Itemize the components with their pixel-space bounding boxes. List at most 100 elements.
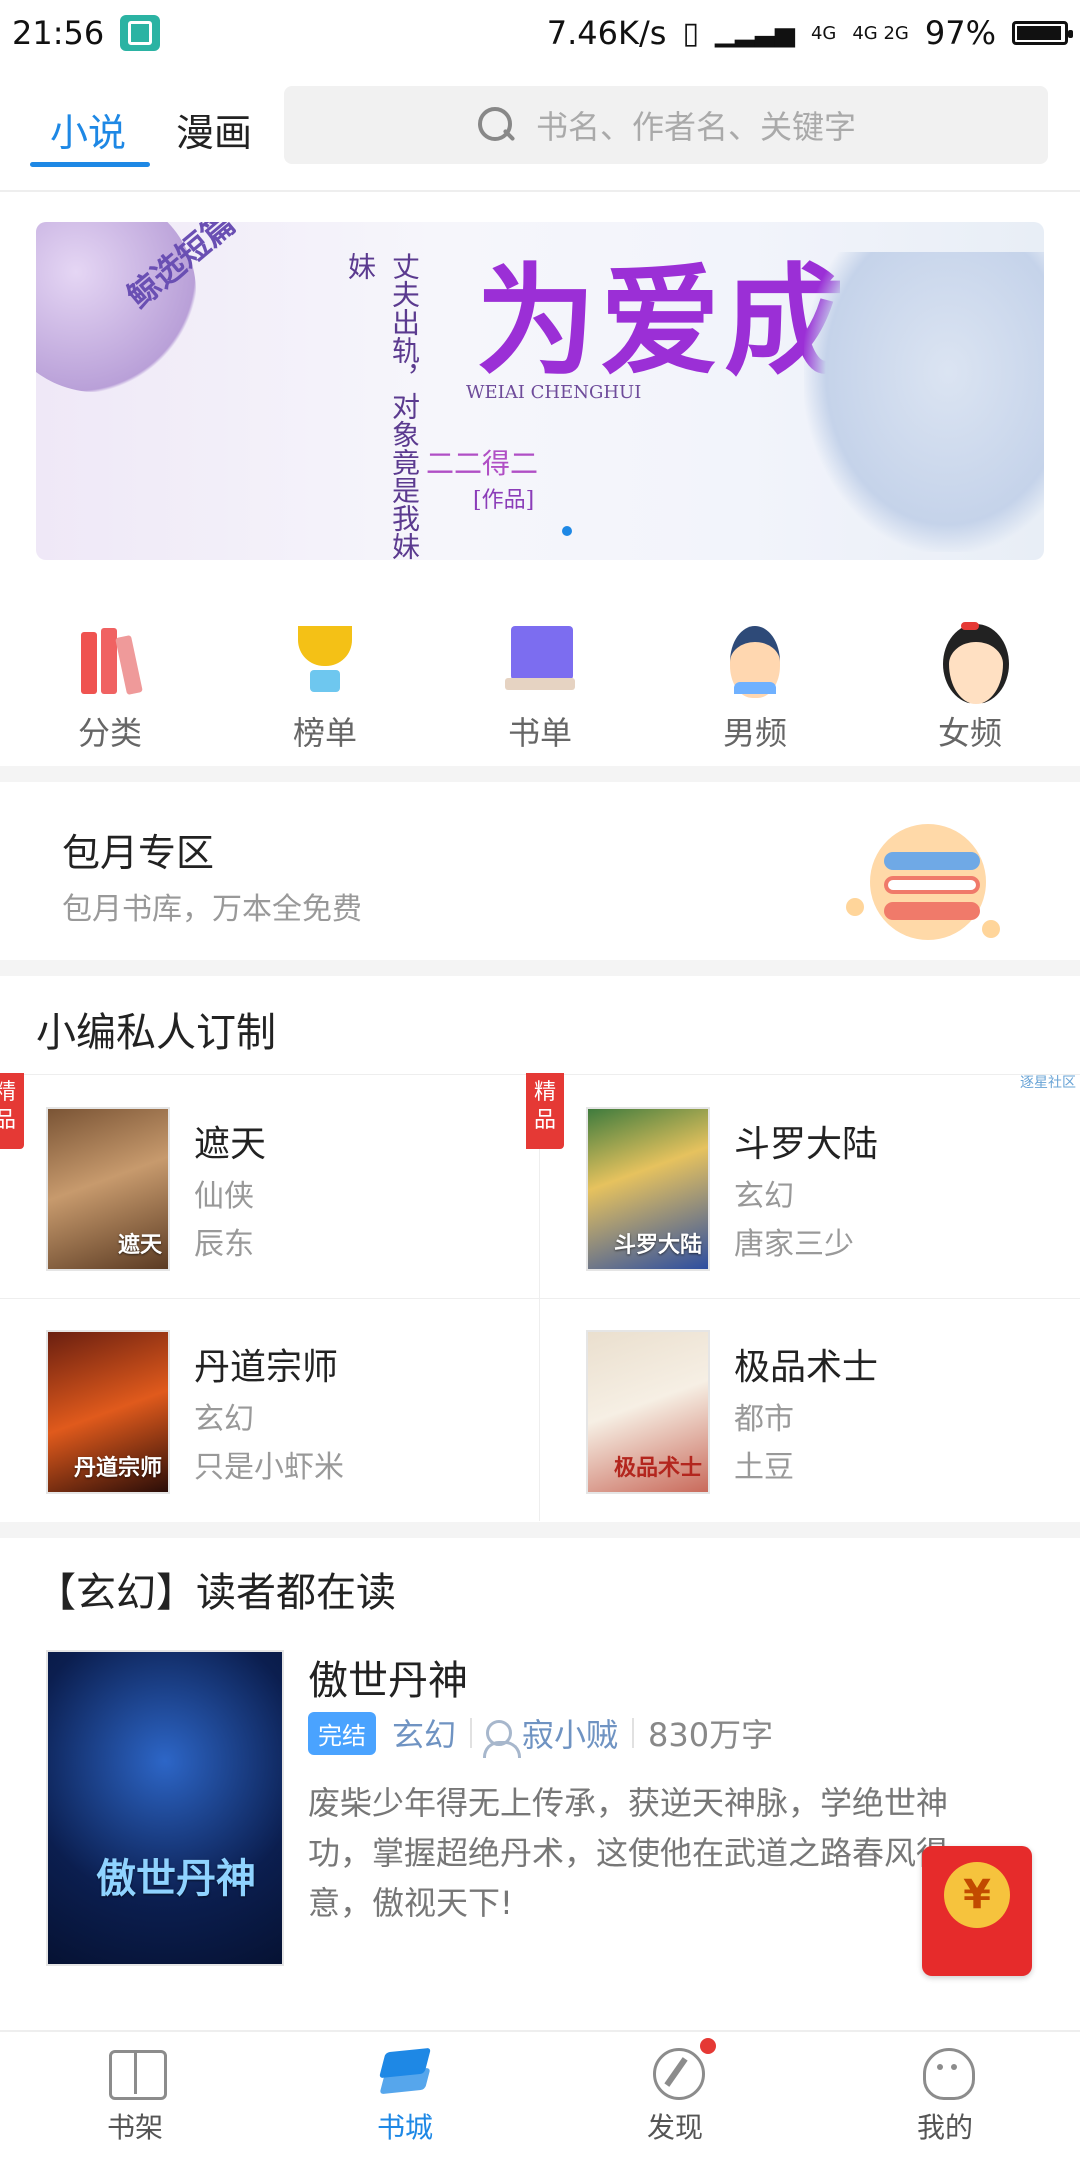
book-cover: 极品术士 [586,1330,710,1494]
status-bar: 21:56 7.46K/s ▯ ▁▂▃▅ 4G 4G 2G 97% [0,0,1080,66]
search-bar[interactable]: 书名、作者名、关键字 [284,86,1048,164]
user-icon [483,1720,522,1758]
book-title: 遮天 [194,1124,267,1165]
book-cover: 遮天 [46,1107,170,1271]
search-placeholder: 书名、作者名、关键字 [535,108,856,146]
nav-label: 书架 [106,2111,163,2144]
banner-page-dot [562,526,572,536]
book-cover: 傲世丹神 [46,1650,284,1966]
nav-bookshelf[interactable]: 书架 [0,2032,270,2160]
book-genre: 都市 [734,1402,794,1437]
network-label-2: 4G 2G [852,22,909,44]
curated-grid: 遮天 精品 遮天 仙侠 辰东 斗罗大陆 精品 斗罗大陆 玄幻 唐家三少 丹道宗师… [0,1073,1080,1521]
featured-title: 【玄幻】读者都在读 [36,1570,396,1616]
book-genre: 仙侠 [194,1179,254,1214]
book-title: 丹道宗师 [194,1347,339,1388]
promo-banner[interactable]: 鲸选短篇 丈夫出轨，对象竟是我妹妹 为爱成灰 WEIAI CHENGHUI 二二… [36,222,1044,560]
tab-indicator [30,162,150,167]
category-label: 女频 [937,714,1002,752]
meta-separator [632,1718,635,1748]
premium-badge: 精品 [0,1073,24,1149]
tab-novel[interactable]: 小说 [50,102,126,157]
book-genre: 玄幻 [194,1402,254,1437]
banner-pinyin: WEIAI CHENGHUI [466,382,642,403]
nav-label: 书城 [376,2111,433,2144]
banner-illustration [804,252,1044,552]
category-row: 分类 榜单 书单 男频 女频 [0,620,1080,754]
cover-title: 极品术士 [613,1455,702,1481]
word-count: 830万字 [648,1716,774,1754]
girl-icon [935,620,1009,704]
books-stack-icon [846,824,1006,940]
featured-book[interactable]: 傲世丹神 傲世丹神 完结 玄幻 寂小贼 830万字 废柴少年得无上传承，获逆天神… [0,1630,1080,1966]
cover-title: 斗罗大陆 [613,1232,702,1258]
category-booklist[interactable]: 书单 [470,620,610,754]
banner-subtitle: 丈夫出轨，对象竟是我妹妹 [344,252,421,560]
category-label: 分类 [77,714,142,752]
nav-label: 我的 [916,2111,973,2144]
search-icon [476,105,516,145]
book-item[interactable]: 遮天 精品 遮天 仙侠 辰东 [0,1073,540,1298]
category-label: 榜单 [292,714,357,752]
banner-author: 二二得二 [426,447,539,480]
bottom-nav: 书架 书城 发现 我的 [0,2030,1080,2160]
book-genre: 玄幻 [392,1716,457,1754]
red-packet-button[interactable]: ¥ [922,1846,1032,1976]
book-item[interactable]: 极品术士 极品术士 都市 土豆 [540,1298,1080,1521]
book-title: 极品术士 [734,1347,879,1388]
category-label: 男频 [722,714,787,752]
book-author: 只是小虾米 [194,1450,344,1485]
book-author: 唐家三少 [734,1227,854,1262]
profile-icon [917,2046,975,2100]
trophy-icon [290,620,360,694]
nav-discover[interactable]: 发现 [540,2032,810,2160]
book-genre: 玄幻 [734,1179,794,1214]
book-item[interactable]: 斗罗大陆 精品 斗罗大陆 玄幻 唐家三少 [526,1073,1080,1298]
book-cover: 丹道宗师 [46,1330,170,1494]
book-description: 废柴少年得无上传承，获逆天神脉，学绝世神功，掌握超绝丹术，这使他在武道之路春风得… [308,1784,949,1922]
booklist-icon [505,620,575,694]
book-author: 辰东 [194,1227,254,1262]
scan-icon [120,15,161,51]
book-meta: 完结 玄幻 寂小贼 830万字 [308,1710,774,1758]
curated-title: 小编私人订制 [36,1010,276,1056]
network-label-1: 4G [810,22,837,44]
status-right: 7.46K/s ▯ ▁▂▃▅ 4G 4G 2G 97% [546,14,1073,52]
nav-mine[interactable]: 我的 [810,2032,1080,2160]
status-time: 21:56 [12,14,105,52]
nav-label: 发现 [646,2111,703,2144]
layers-icon [377,2046,433,2098]
monthly-title: 包月专区 [62,831,215,875]
category-classify[interactable]: 分类 [40,620,180,754]
section-divider [0,1522,1080,1538]
category-label: 书单 [507,714,572,752]
network-speed: 7.46K/s [546,14,667,52]
premium-badge: 精品 [526,1073,564,1149]
book-cover: 斗罗大陆 [586,1107,710,1271]
top-header: 小说 漫画 书名、作者名、关键字 [0,72,1080,192]
book-icon [107,2046,167,2100]
monthly-section[interactable]: 包月专区 包月书库，万本全免费 [0,784,1080,958]
books-icon [75,620,145,696]
cover-title: 丹道宗师 [73,1455,162,1481]
book-title: 斗罗大陆 [734,1124,879,1165]
book-title: 傲世丹神 [308,1658,468,1704]
monthly-desc: 包月书库，万本全免费 [62,892,362,927]
banner-works: [作品] [473,488,535,513]
category-female[interactable]: 女频 [900,620,1040,754]
section-divider [0,766,1080,782]
book-item[interactable]: 丹道宗师 丹道宗师 玄幻 只是小虾米 [0,1298,540,1521]
vibrate-icon: ▯ [682,15,699,51]
tab-comic[interactable]: 漫画 [176,102,252,157]
section-divider [0,960,1080,976]
boy-icon [720,620,790,698]
category-male[interactable]: 男频 [685,620,825,754]
compass-icon [647,2046,705,2100]
signal-icon: ▁▂▃▅ [714,18,795,48]
category-ranking[interactable]: 榜单 [255,620,395,754]
battery-icon [1012,21,1073,45]
nav-bookstore[interactable]: 书城 [270,2032,540,2160]
notification-dot [700,2038,716,2054]
cover-title: 遮天 [117,1232,162,1258]
book-author: 寂小贼 [522,1716,619,1754]
